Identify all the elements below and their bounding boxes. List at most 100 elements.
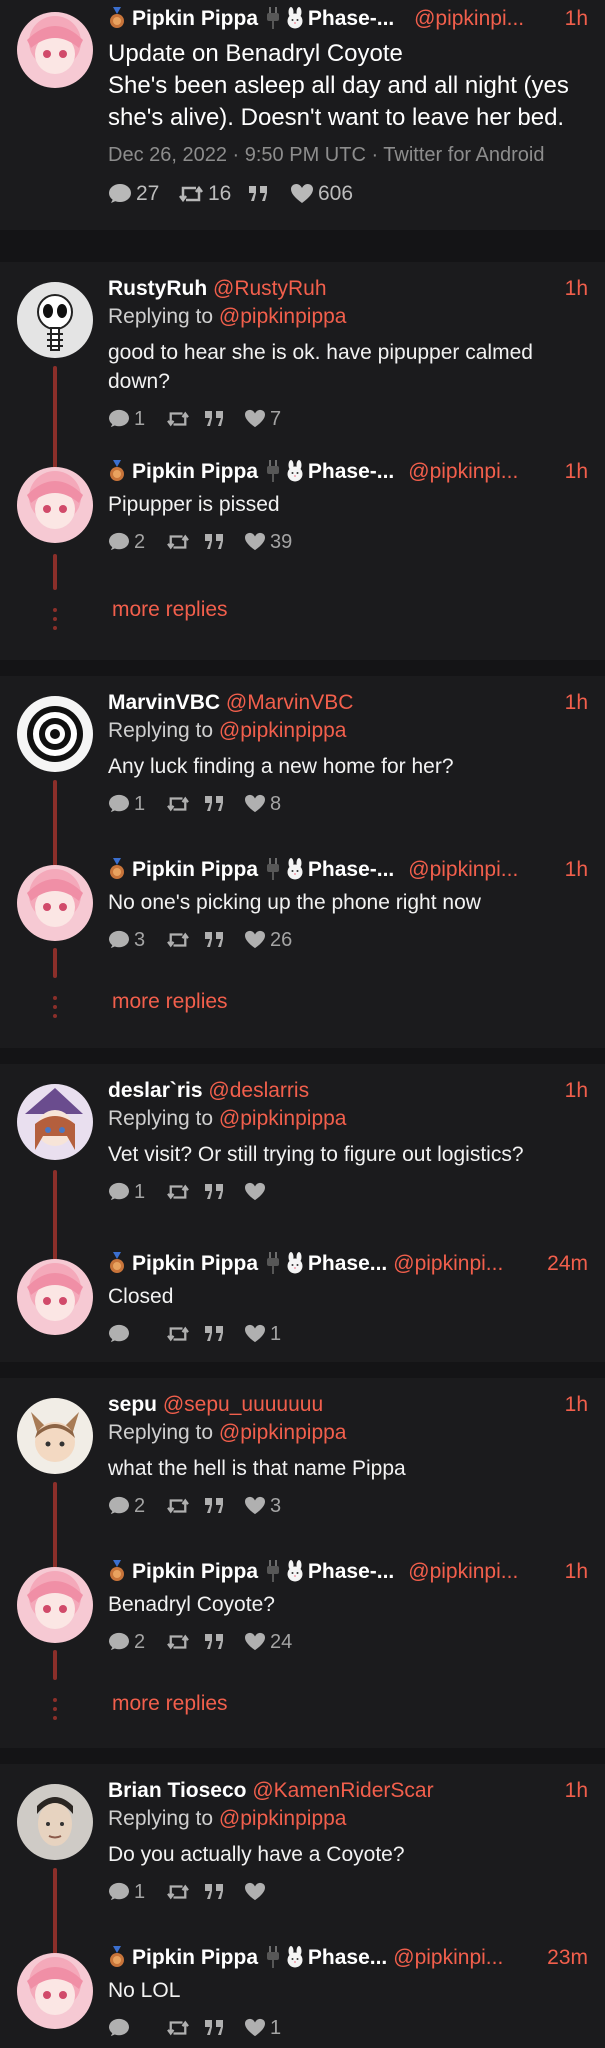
reply-tweet[interactable]: MarvinVBC @MarvinVBC 1h Replying to @pipki… [108,689,591,817]
author-handle[interactable]: @sepu_uuuuuuu [163,1393,323,1416]
like-action[interactable]: 24 [244,1629,292,1655]
replying-handle[interactable]: @pipkinpippa [219,1107,347,1130]
retweet-action[interactable] [166,2015,190,2041]
author-name[interactable]: Pipkin Pippa [132,1946,258,1969]
author-name[interactable]: sepu [108,1393,157,1416]
quote-action[interactable] [204,529,226,555]
reply-tweet[interactable]: RustyRuh @RustyRuh 1h Replying to @pipkinp… [108,275,591,432]
author-handle[interactable]: @pipkinpi... [393,1946,503,1969]
retweet-action[interactable] [166,1493,190,1519]
tweet-time[interactable]: 1h [565,856,588,884]
like-action[interactable]: 26 [244,927,292,953]
retweet-action[interactable] [166,1321,190,1347]
tweet-time[interactable]: 1h [565,689,588,717]
tweet-time[interactable]: 1h [565,1077,588,1105]
author-handle[interactable]: @MarvinVBC [226,691,354,714]
retweet-action[interactable] [166,791,190,817]
quote-action[interactable] [204,2015,226,2041]
tweet-time[interactable]: 23m [547,1944,588,1972]
more-replies-link[interactable]: more replies [112,598,228,622]
author-name[interactable]: Pipkin Pippa [132,858,258,881]
author-handle[interactable]: @pipkinpi... [408,1560,518,1583]
avatar[interactable] [17,1259,93,1335]
retweet-action[interactable] [166,406,190,432]
avatar[interactable] [17,1953,93,2029]
tweet-time[interactable]: 1h [565,5,588,33]
pippa-reply-tweet[interactable]: Pipkin Pippa Phase-... @pipkinpi... 1h No o… [108,856,591,953]
tweet-time[interactable]: 1h [565,458,588,486]
quote-action[interactable] [204,1493,226,1519]
like-action[interactable] [244,1179,270,1205]
avatar[interactable] [17,1567,93,1643]
retweet-action[interactable]: 16 [178,181,231,207]
replying-handle[interactable]: @pipkinpippa [219,305,347,328]
author-name[interactable]: deslar`ris [108,1079,203,1102]
avatar[interactable] [17,696,93,772]
pippa-reply-tweet[interactable]: Pipkin Pippa Phase... @pipkinpi... 23m No L… [108,1944,591,2041]
retweet-action[interactable] [166,1179,190,1205]
reply-action[interactable]: 2 [108,1629,145,1655]
pippa-reply-tweet[interactable]: Pipkin Pippa Phase-... @pipkinpi... 1h Pipu… [108,458,591,555]
author-handle[interactable]: @pipkinpi... [408,460,518,483]
author-name[interactable]: Pipkin Pippa [132,1252,258,1275]
tweet-time[interactable]: 1h [565,1558,588,1586]
author-name[interactable]: RustyRuh [108,277,207,300]
retweet-action[interactable] [166,529,190,555]
author-handle[interactable]: @RustyRuh [213,277,327,300]
reply-tweet[interactable]: sepu @sepu_uuuuuuu 1h Replying to @pipkinp… [108,1391,591,1519]
avatar[interactable] [17,12,93,88]
author-handle[interactable]: @deslarris [208,1079,309,1102]
quote-action[interactable] [248,181,270,207]
reply-action[interactable]: 1 [108,791,145,817]
reply-action[interactable]: 1 [108,406,145,432]
tweet-time[interactable]: 1h [565,1391,588,1419]
author-handle[interactable]: @pipkinpi... [408,858,518,881]
avatar[interactable] [17,1084,93,1160]
reply-action[interactable]: 3 [108,927,145,953]
reply-action[interactable]: 27 [108,181,159,207]
reply-action[interactable]: 1 [108,1879,145,1905]
retweet-action[interactable] [166,1879,190,1905]
reply-tweet[interactable]: deslar`ris @deslarris 1h Replying to @pipk… [108,1077,591,1205]
author-handle[interactable]: @pipkinpi... [414,7,524,30]
quote-action[interactable] [204,791,226,817]
avatar[interactable] [17,865,93,941]
avatar[interactable] [17,1784,93,1860]
tweet-time[interactable]: 24m [547,1250,588,1278]
like-action[interactable]: 39 [244,529,292,555]
author-name[interactable]: Pipkin Pippa [132,460,258,483]
like-action[interactable]: 1 [244,2015,281,2041]
tweet-timestamp[interactable]: Dec 26, 2022 · 9:50 PM UTC · Twitter for… [108,141,591,169]
reply-tweet[interactable]: Brian Tioseco @KamenRiderScar 1h Replying … [108,1777,591,1905]
pippa-reply-tweet[interactable]: Pipkin Pippa Phase-... @pipkinpi... 1h Bena… [108,1558,591,1655]
like-action[interactable]: 3 [244,1493,281,1519]
replying-handle[interactable]: @pipkinpippa [219,1807,347,1830]
author-handle[interactable]: @pipkinpi... [393,1252,503,1275]
reply-action[interactable]: 2 [108,1493,145,1519]
more-replies-link[interactable]: more replies [112,1692,228,1716]
retweet-action[interactable] [166,1629,190,1655]
author-handle[interactable]: @KamenRiderScar [252,1779,433,1802]
quote-action[interactable] [204,406,226,432]
like-action[interactable]: 7 [244,406,281,432]
replying-handle[interactable]: @pipkinpippa [219,1421,347,1444]
tweet-time[interactable]: 1h [565,275,588,303]
replying-handle[interactable]: @pipkinpippa [219,719,347,742]
like-action[interactable]: 606 [290,181,353,207]
quote-action[interactable] [204,1879,226,1905]
like-action[interactable] [244,1879,270,1905]
avatar[interactable] [17,467,93,543]
reply-action[interactable] [108,2015,134,2041]
quote-action[interactable] [204,1321,226,1347]
author-name[interactable]: Pipkin Pippa [132,7,258,30]
retweet-action[interactable] [166,927,190,953]
quote-action[interactable] [204,1179,226,1205]
reply-action[interactable]: 2 [108,529,145,555]
reply-action[interactable] [108,1321,134,1347]
more-replies-link[interactable]: more replies [112,990,228,1014]
avatar[interactable] [17,282,93,358]
pippa-reply-tweet[interactable]: Pipkin Pippa Phase... @pipkinpi... 24m Clos… [108,1250,591,1347]
reply-action[interactable]: 1 [108,1179,145,1205]
like-action[interactable]: 1 [244,1321,281,1347]
avatar[interactable] [17,1398,93,1474]
